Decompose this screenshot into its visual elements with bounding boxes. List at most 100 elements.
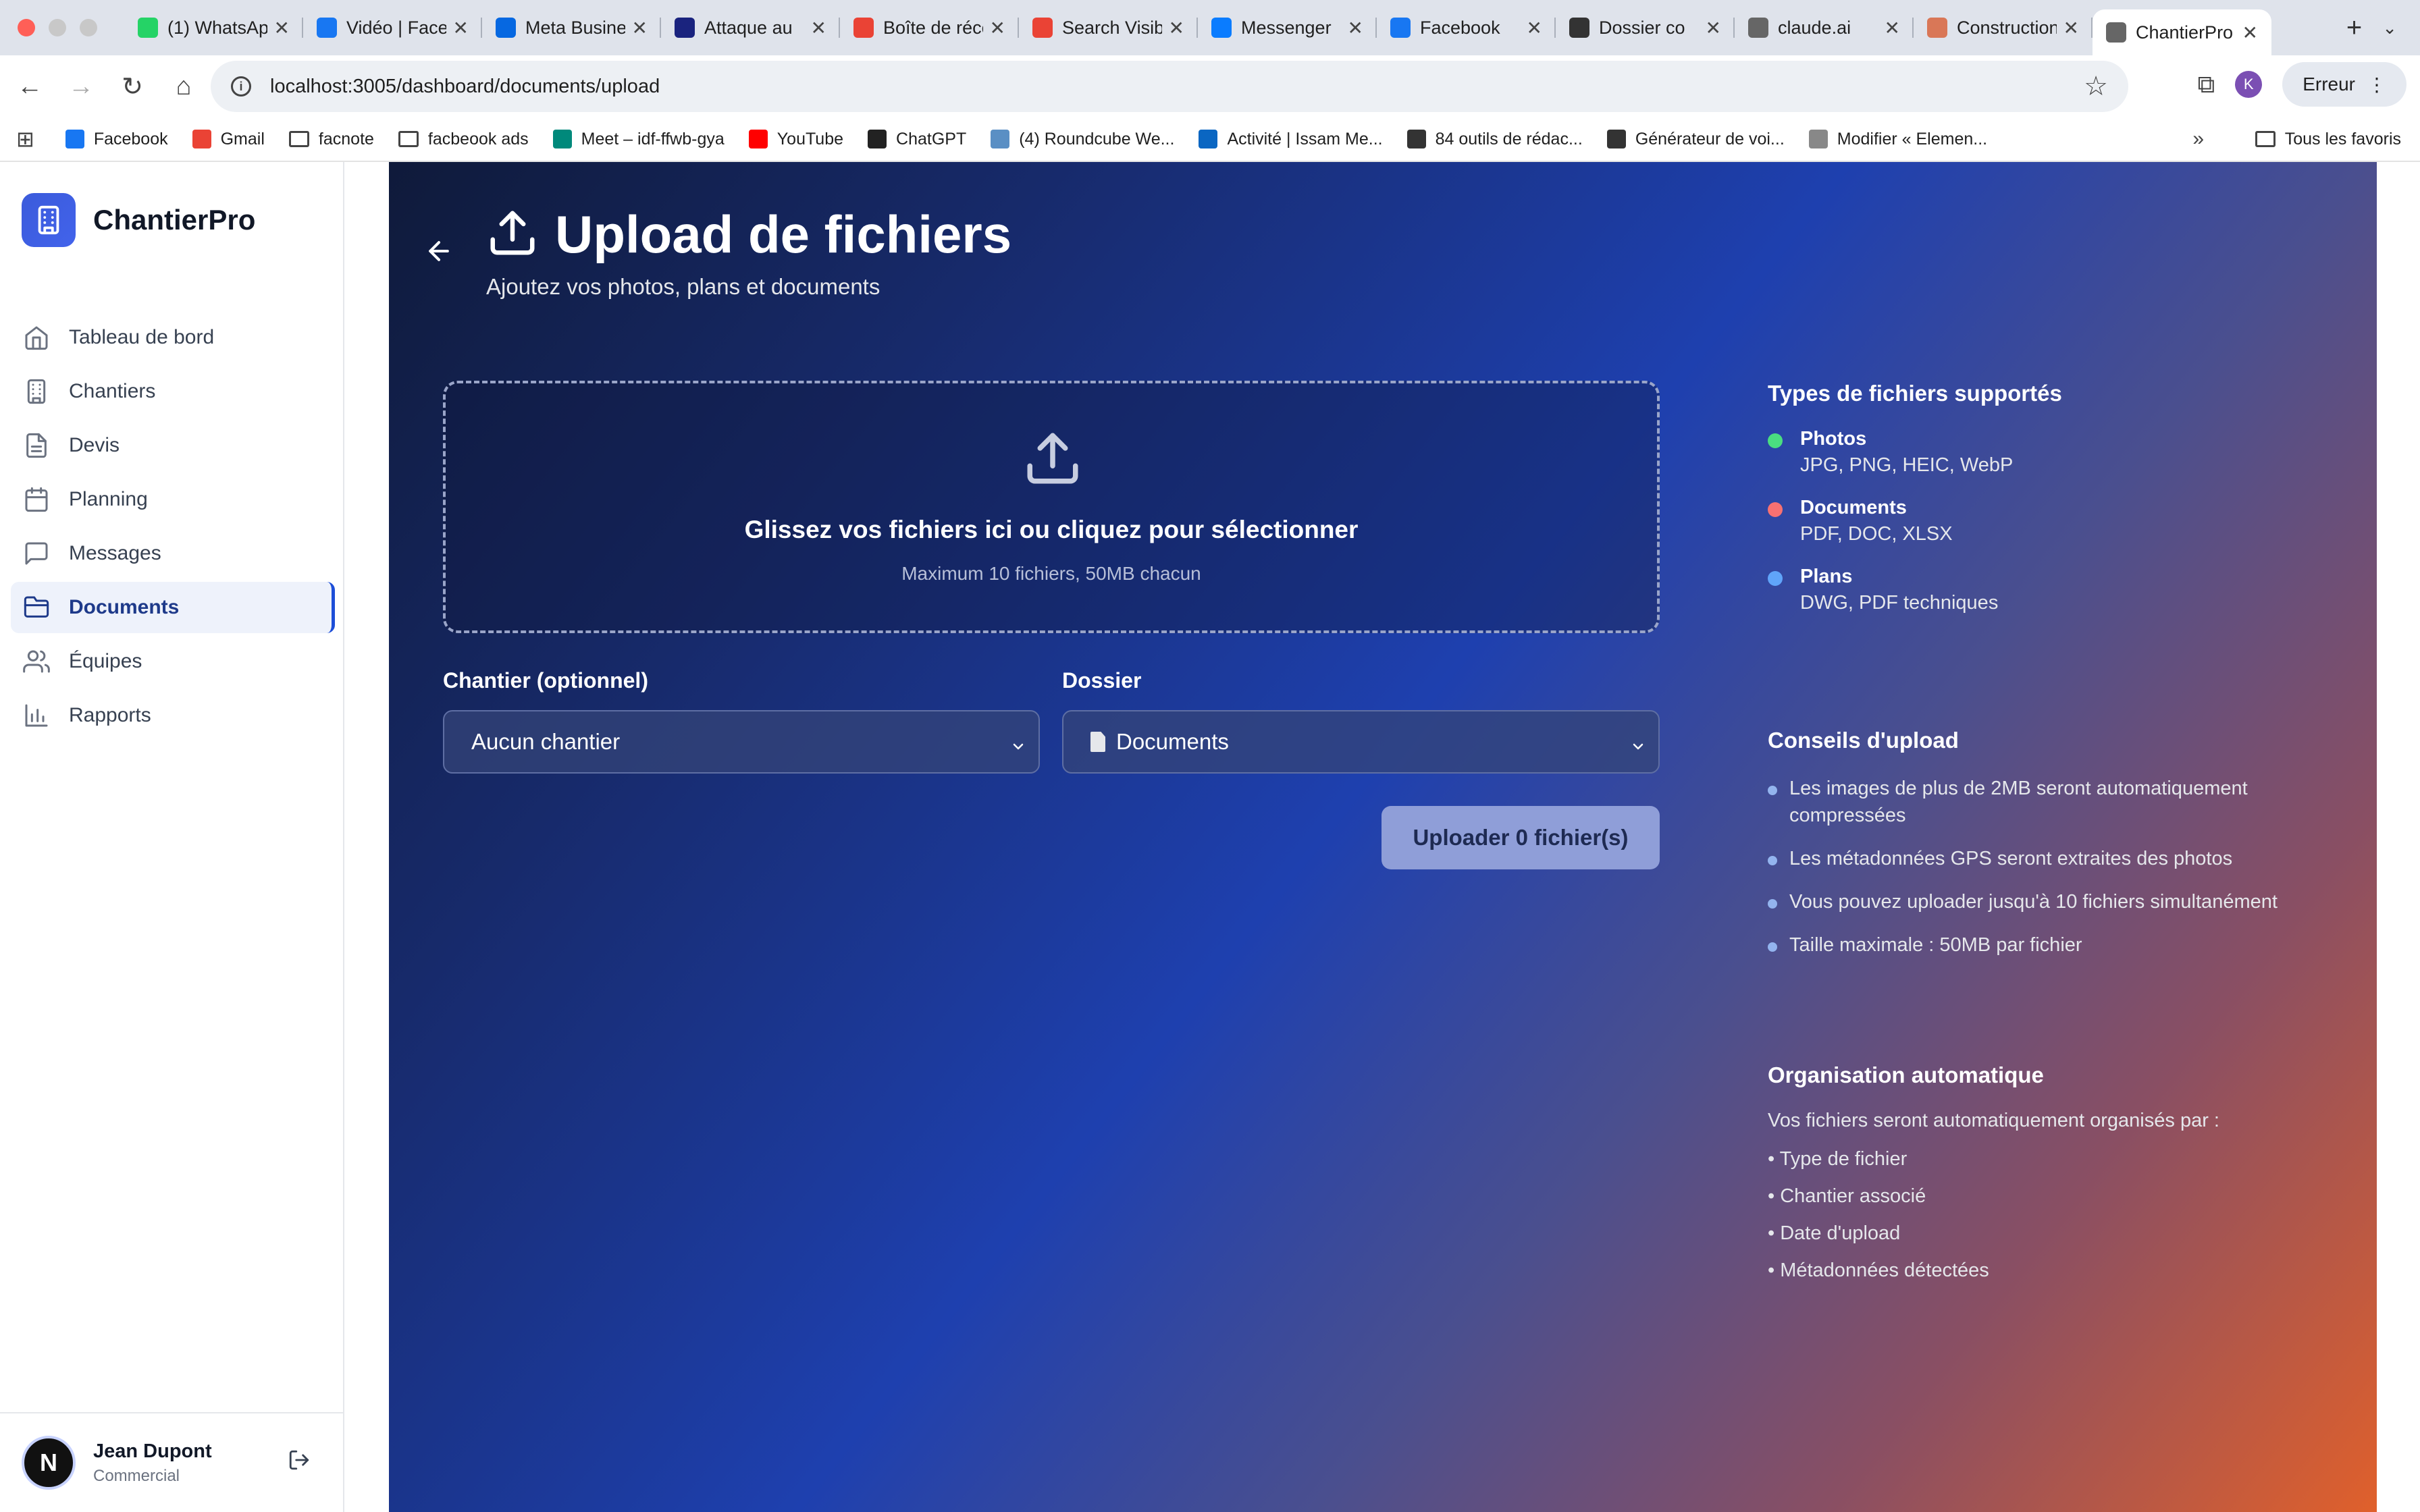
close-icon[interactable]: ✕ bbox=[2063, 17, 2079, 39]
bookmark-item[interactable]: YouTube bbox=[748, 130, 843, 149]
home-icon[interactable]: ⌂ bbox=[158, 72, 209, 101]
reload-icon[interactable]: ↻ bbox=[107, 72, 158, 102]
logout-icon[interactable] bbox=[288, 1449, 311, 1478]
close-icon[interactable]: ✕ bbox=[2242, 22, 2258, 44]
bookmark-label: Activité | Issam Me... bbox=[1227, 129, 1383, 148]
sidebar-item-chantiers[interactable]: Chantiers bbox=[11, 366, 335, 417]
close-icon[interactable]: ✕ bbox=[632, 17, 648, 39]
browser-tab[interactable]: Vidéo | Facebook ✕ bbox=[303, 0, 482, 55]
bookmark-item[interactable]: ChatGPT bbox=[868, 130, 966, 149]
back-arrow-icon[interactable] bbox=[424, 236, 454, 269]
maximize-window-button[interactable] bbox=[80, 19, 97, 36]
supported-types-panel: Types de fichiers supportés Photos JPG, P… bbox=[1768, 381, 2348, 634]
profile-avatar[interactable]: K bbox=[2235, 71, 2263, 98]
browser-tab[interactable]: Meta Business ✕ bbox=[482, 0, 661, 55]
sidebar: ChantierPro Tableau de bord Chantiers Devi… bbox=[0, 162, 344, 1512]
close-icon[interactable]: ✕ bbox=[1169, 17, 1184, 39]
upload-files-button[interactable]: Uploader 0 fichier(s) bbox=[1382, 806, 1660, 869]
file-type-item: Photos JPG, PNG, HEIC, WebP bbox=[1768, 428, 2348, 477]
bookmark-item[interactable]: facbeook ads bbox=[398, 130, 529, 149]
close-icon[interactable]: ✕ bbox=[811, 17, 826, 39]
bookmark-item[interactable]: Gmail bbox=[192, 130, 265, 149]
bullet-icon bbox=[1768, 942, 1777, 952]
tab-title: Boîte de réception bbox=[883, 17, 983, 38]
close-icon[interactable]: ✕ bbox=[1706, 17, 1721, 39]
bookmark-favicon-icon bbox=[552, 130, 572, 148]
bookmark-item[interactable]: Facebook bbox=[65, 130, 168, 149]
bookmark-item[interactable]: 84 outils de rédac... bbox=[1406, 130, 1583, 149]
close-window-button[interactable] bbox=[18, 19, 35, 36]
tab-title: Attaque au bbox=[704, 17, 793, 38]
close-icon[interactable]: ✕ bbox=[990, 17, 1005, 39]
sidebar-item-messages[interactable]: Messages bbox=[11, 528, 335, 579]
extensions-puzzle-icon[interactable]: ⧉ bbox=[2197, 70, 2215, 99]
chevron-down-icon bbox=[1630, 734, 1646, 760]
chantier-select[interactable]: Aucun chantier bbox=[443, 710, 1040, 774]
sidebar-item-documents[interactable]: Documents bbox=[11, 582, 335, 633]
tab-title: Meta Business bbox=[525, 17, 625, 38]
bookmark-item[interactable]: Modifier « Elemen... bbox=[1808, 130, 1987, 149]
address-bar[interactable]: i localhost:3005/dashboard/documents/upl… bbox=[211, 61, 2128, 112]
browser-tab[interactable]: claude.ai ✕ bbox=[1735, 0, 1914, 55]
message-icon bbox=[25, 542, 48, 565]
browser-tab[interactable]: Messenger ✕ bbox=[1198, 0, 1377, 55]
bullet-icon bbox=[1768, 899, 1777, 909]
back-arrow-icon[interactable]: ← bbox=[4, 72, 55, 101]
main-content: Upload de fichiers Ajoutez vos photos, p… bbox=[389, 162, 2377, 1512]
browser-tab[interactable]: Attaque au ✕ bbox=[661, 0, 840, 55]
new-tab-button[interactable]: + bbox=[2326, 13, 2382, 43]
url-text[interactable]: localhost:3005/dashboard/documents/uploa… bbox=[270, 76, 660, 98]
browser-tab[interactable]: ChantierPro ✕ bbox=[2093, 9, 2271, 55]
close-icon[interactable]: ✕ bbox=[1885, 17, 1900, 39]
browser-tab[interactable]: Search Visibility ✕ bbox=[1019, 0, 1198, 55]
tab-search-chevron-icon[interactable]: ⌄ bbox=[2382, 18, 2420, 38]
sidebar-item-label: Planning bbox=[69, 488, 148, 510]
tip-item: Vous pouvez uploader jusqu'à 10 fichiers… bbox=[1768, 888, 2348, 915]
browser-tab-bar: (1) WhatsApp✕Vidéo | Facebook✕Meta Busin… bbox=[0, 0, 2420, 55]
apps-grid-icon[interactable]: ⊞ bbox=[16, 126, 34, 152]
dropzone-hint: Maximum 10 fichiers, 50MB chacun bbox=[901, 563, 1201, 584]
close-icon[interactable]: ✕ bbox=[453, 17, 469, 39]
brand[interactable]: ChantierPro bbox=[22, 193, 255, 247]
bookmark-item[interactable]: (4) Roundcube We... bbox=[991, 130, 1174, 149]
all-bookmarks-folder[interactable]: Tous les favoris bbox=[2255, 130, 2401, 149]
dossier-label: Dossier bbox=[1062, 668, 1142, 693]
bookmark-item[interactable]: Activité | Issam Me... bbox=[1199, 129, 1383, 149]
browser-tab[interactable]: Boîte de réception ✕ bbox=[840, 0, 1019, 55]
bookmark-item[interactable]: Meet – idf-ffwb-gya bbox=[552, 130, 725, 149]
browser-tab[interactable]: Dossier co ✕ bbox=[1556, 0, 1735, 55]
more-bookmarks-chevron-icon[interactable]: » bbox=[2192, 128, 2204, 151]
auto-organisation-title: Organisation automatique bbox=[1768, 1062, 2044, 1087]
users-icon bbox=[23, 650, 50, 673]
browser-tab[interactable]: Construction ✕ bbox=[1914, 0, 2093, 55]
sidebar-item-equipes[interactable]: Équipes bbox=[11, 636, 335, 687]
close-icon[interactable]: ✕ bbox=[1527, 17, 1542, 39]
folder-icon bbox=[398, 131, 419, 147]
bookmark-star-icon[interactable]: ☆ bbox=[2084, 71, 2108, 102]
browser-tab[interactable]: Facebook ✕ bbox=[1377, 0, 1556, 55]
close-icon[interactable]: ✕ bbox=[274, 17, 290, 39]
file-dropzone[interactable]: Glissez vos fichiers ici ou cliquez pour… bbox=[443, 381, 1660, 633]
error-menu-button[interactable]: Erreur ⋮ bbox=[2282, 62, 2406, 107]
sidebar-item-planning[interactable]: Planning bbox=[11, 474, 335, 525]
building-icon bbox=[27, 379, 46, 404]
sidebar-item-devis[interactable]: Devis bbox=[11, 420, 335, 471]
minimize-window-button[interactable] bbox=[49, 19, 66, 36]
sidebar-item-label: Messages bbox=[69, 542, 161, 564]
bookmark-item[interactable]: Générateur de voi... bbox=[1606, 129, 1785, 149]
folder-icon bbox=[24, 596, 49, 618]
close-icon[interactable]: ✕ bbox=[1348, 17, 1363, 39]
building-logo-icon bbox=[22, 193, 76, 247]
dossier-select-value: Documents bbox=[1116, 729, 1229, 754]
sidebar-item-rapports[interactable]: Rapports bbox=[11, 690, 335, 741]
dossier-select[interactable]: Documents bbox=[1062, 710, 1660, 774]
browser-tab[interactable]: (1) WhatsApp ✕ bbox=[124, 0, 303, 55]
sidebar-item-tableau-de-bord[interactable]: Tableau de bord bbox=[11, 312, 335, 363]
tab-title: Construction bbox=[1957, 17, 2057, 38]
bookmark-item[interactable]: facnote bbox=[288, 130, 374, 149]
site-info-icon[interactable]: i bbox=[231, 76, 251, 97]
forward-arrow-icon[interactable]: → bbox=[55, 72, 107, 101]
avatar[interactable]: N bbox=[22, 1436, 76, 1490]
bookmark-label: Générateur de voi... bbox=[1635, 129, 1785, 148]
sidebar-nav: Tableau de bord Chantiers Devis Planning Mes… bbox=[11, 312, 335, 744]
